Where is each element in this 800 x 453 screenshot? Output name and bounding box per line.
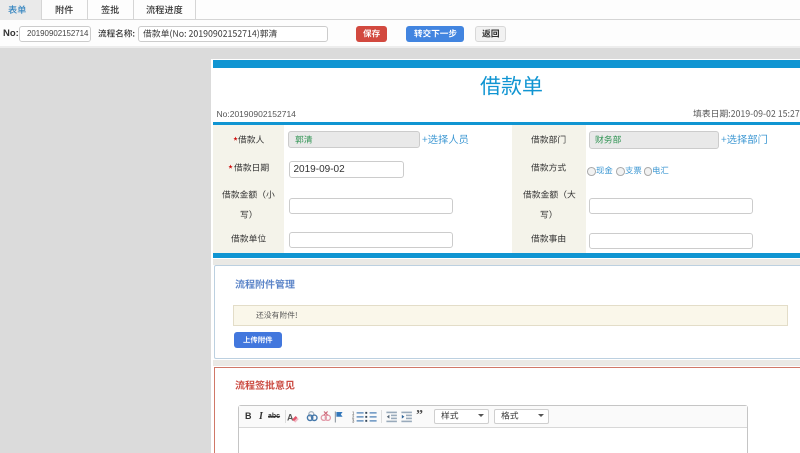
svg-text:A: A <box>287 412 294 422</box>
svg-text:3: 3 <box>352 418 355 422</box>
